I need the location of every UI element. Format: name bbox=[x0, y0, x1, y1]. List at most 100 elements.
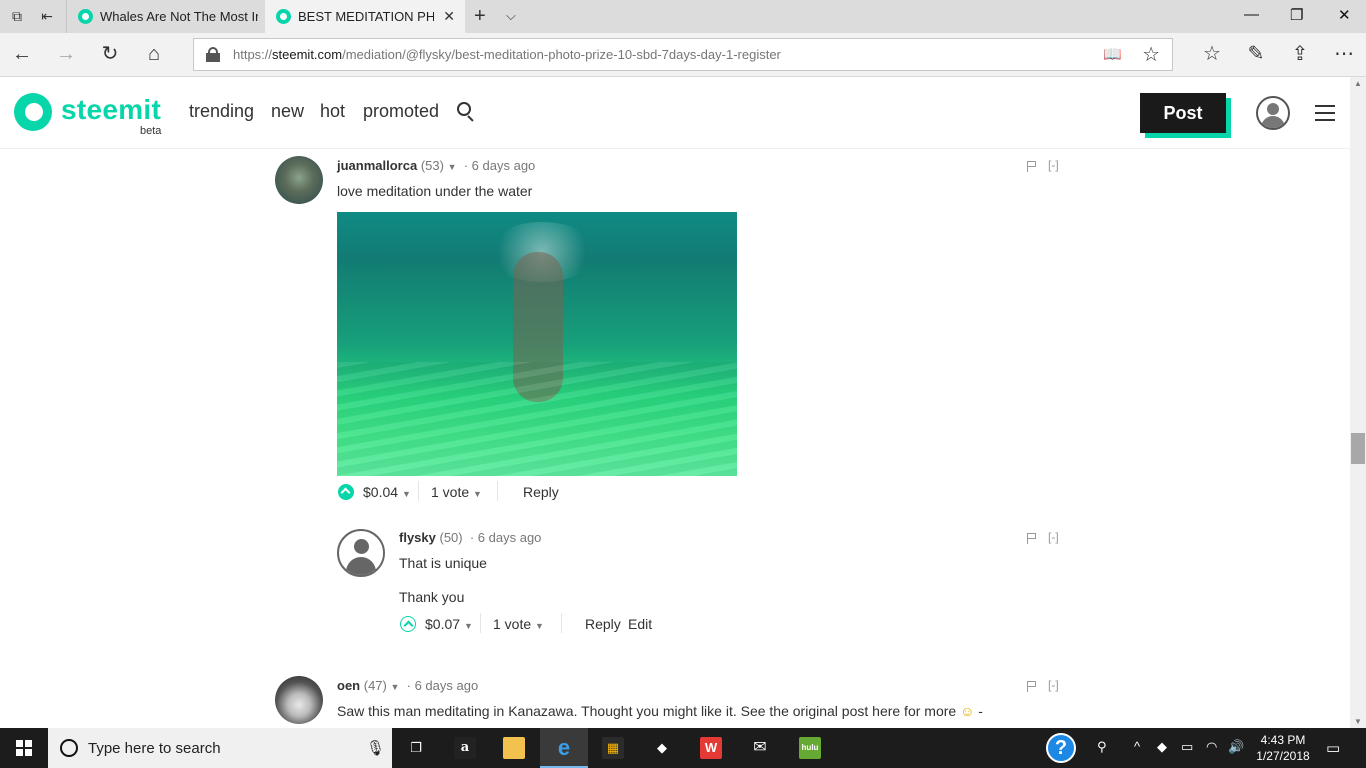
mail-app[interactable]: ✉ bbox=[736, 728, 784, 768]
tray-chevron-up-icon[interactable]: ^ bbox=[1134, 739, 1140, 754]
forward-icon[interactable]: → bbox=[54, 43, 78, 67]
menu-icon[interactable] bbox=[1315, 105, 1335, 121]
hulu-icon: hulu bbox=[799, 737, 821, 759]
author-name[interactable]: flysky bbox=[399, 530, 436, 545]
minimize-icon[interactable]: — bbox=[1244, 6, 1259, 23]
steemit-favicon-icon bbox=[78, 9, 93, 24]
avatar[interactable] bbox=[337, 529, 385, 577]
restore-icon[interactable]: ❐ bbox=[1290, 6, 1303, 24]
flag-icon[interactable] bbox=[1027, 161, 1037, 172]
steemit-logo-icon[interactable] bbox=[14, 93, 52, 131]
favorite-star-icon[interactable]: ☆ bbox=[1142, 42, 1160, 67]
author-name[interactable]: juanmallorca bbox=[337, 158, 417, 173]
web-note-icon[interactable]: ✎ bbox=[1244, 43, 1268, 67]
favorites-hub-icon[interactable]: ☆ bbox=[1200, 43, 1224, 67]
close-window-icon[interactable]: ✕ bbox=[1338, 6, 1351, 24]
collapse-toggle[interactable]: [-] bbox=[1048, 158, 1059, 172]
address-bar[interactable]: https://steemit.com/mediation/@flysky/be… bbox=[193, 38, 1173, 71]
hulu-app[interactable]: hulu bbox=[786, 728, 834, 768]
help-icon[interactable]: ? bbox=[1046, 733, 1076, 763]
post-button[interactable]: Post bbox=[1140, 93, 1226, 133]
reply-link[interactable]: Reply bbox=[585, 616, 621, 632]
author-name[interactable]: oen bbox=[337, 678, 360, 693]
flag-icon[interactable] bbox=[1027, 533, 1037, 544]
nav-hot[interactable]: hot bbox=[320, 101, 345, 122]
chevron-down-icon[interactable]: ▼ bbox=[448, 162, 457, 172]
refresh-icon[interactable]: ↻ bbox=[98, 43, 122, 67]
windows-start-icon[interactable] bbox=[16, 740, 32, 756]
people-icon[interactable]: ⚲ bbox=[1097, 739, 1107, 755]
volume-icon[interactable]: 🔊 bbox=[1228, 739, 1244, 755]
user-avatar-icon[interactable] bbox=[1256, 96, 1290, 130]
more-icon[interactable]: ⋯ bbox=[1332, 43, 1356, 67]
taskbar-search[interactable]: Type here to search 🎙 bbox=[48, 728, 392, 768]
divider bbox=[561, 613, 562, 633]
comment-time[interactable]: 6 days ago bbox=[415, 678, 479, 693]
taskbar-clock[interactable]: 4:43 PM 1/27/2018 bbox=[1250, 732, 1316, 764]
nav-new[interactable]: new bbox=[271, 101, 304, 122]
tab-preview-chevron-icon[interactable]: ⌵ bbox=[506, 8, 516, 24]
collapse-toggle[interactable]: [-] bbox=[1048, 678, 1059, 692]
nav-promoted[interactable]: promoted bbox=[363, 101, 439, 122]
task-view-button[interactable]: ❐ bbox=[392, 728, 440, 768]
payout-value[interactable]: $0.07 ▼ bbox=[425, 616, 473, 632]
store-app[interactable]: ▦ bbox=[589, 728, 637, 768]
steemit-favicon-icon bbox=[276, 9, 291, 24]
new-tab-icon[interactable]: + bbox=[474, 5, 486, 28]
vote-count[interactable]: 1 vote ▼ bbox=[431, 484, 482, 500]
cortana-icon[interactable] bbox=[60, 739, 78, 757]
avatar[interactable] bbox=[275, 156, 323, 204]
chevron-down-icon[interactable]: ▼ bbox=[391, 682, 400, 692]
scroll-up-icon[interactable]: ▲ bbox=[1354, 79, 1362, 88]
upvote-icon[interactable] bbox=[400, 616, 416, 632]
scroll-down-icon[interactable]: ▼ bbox=[1354, 717, 1362, 726]
clock-time: 4:43 PM bbox=[1260, 733, 1306, 747]
collapse-toggle[interactable]: [-] bbox=[1048, 530, 1059, 544]
upvote-icon[interactable] bbox=[338, 484, 354, 500]
author-reputation: (50) bbox=[439, 530, 463, 545]
back-icon[interactable]: ← bbox=[10, 43, 34, 67]
comment-meta: flysky (50) · 6 days ago bbox=[399, 530, 542, 545]
divider bbox=[418, 481, 419, 501]
dropbox-icon: ◆ bbox=[657, 740, 667, 755]
avatar[interactable] bbox=[275, 676, 323, 724]
flag-icon[interactable] bbox=[1027, 681, 1037, 692]
microphone-icon[interactable]: 🎙 bbox=[366, 739, 385, 757]
page-scrollbar[interactable]: ▲ ▼ bbox=[1350, 77, 1366, 728]
tab-best-meditation[interactable]: BEST MEDITATION PHO ✕ bbox=[265, 0, 465, 33]
dropbox-tray-icon[interactable]: ◆ bbox=[1157, 739, 1167, 755]
nav-trending[interactable]: trending bbox=[189, 101, 254, 122]
mail-icon: ✉ bbox=[753, 739, 767, 756]
home-icon[interactable]: ⌂ bbox=[142, 43, 166, 67]
comment-time[interactable]: 6 days ago bbox=[478, 530, 542, 545]
underwater-meditation-photo[interactable] bbox=[337, 212, 737, 476]
amazon-app[interactable]: a bbox=[441, 728, 489, 768]
tab-overview-icon[interactable]: ⧉ bbox=[8, 8, 26, 24]
reading-view-icon[interactable]: 📖 bbox=[1103, 45, 1122, 63]
tab-whales[interactable]: Whales Are Not The Most Ir bbox=[66, 0, 265, 33]
comment-body: love meditation under the water bbox=[337, 183, 533, 199]
set-aside-tabs-icon[interactable]: ⇤ bbox=[38, 8, 56, 24]
url-text[interactable]: https://steemit.com/mediation/@flysky/be… bbox=[233, 47, 781, 62]
wps-app[interactable]: W bbox=[687, 728, 735, 768]
notifications-icon[interactable]: ▭ bbox=[1326, 739, 1340, 757]
search-icon[interactable] bbox=[457, 102, 475, 122]
taskbar-search-placeholder[interactable]: Type here to search bbox=[88, 740, 221, 757]
close-tab-icon[interactable]: ✕ bbox=[443, 0, 455, 33]
wifi-icon[interactable]: ◠ bbox=[1206, 739, 1217, 755]
windows-taskbar: Type here to search 🎙 ❐ a e ▦ ◆ W ✉ hulu… bbox=[0, 728, 1366, 768]
edge-app[interactable]: e bbox=[540, 728, 588, 768]
author-reputation: (47) bbox=[363, 678, 387, 693]
edit-link[interactable]: Edit bbox=[628, 616, 652, 632]
share-icon[interactable]: ⇪ bbox=[1288, 43, 1312, 67]
reply-link[interactable]: Reply bbox=[523, 484, 559, 500]
logo-text[interactable]: steemit bbox=[61, 94, 161, 126]
file-explorer-app[interactable] bbox=[490, 728, 538, 768]
scrollbar-thumb[interactable] bbox=[1351, 433, 1365, 464]
dropbox-app[interactable]: ◆ bbox=[638, 728, 686, 768]
comment-body-line2: Thank you bbox=[399, 589, 465, 605]
battery-icon[interactable]: ▭ bbox=[1181, 739, 1193, 755]
payout-value[interactable]: $0.04 ▼ bbox=[363, 484, 411, 500]
comment-time[interactable]: 6 days ago bbox=[472, 158, 536, 173]
vote-count[interactable]: 1 vote ▼ bbox=[493, 616, 544, 632]
